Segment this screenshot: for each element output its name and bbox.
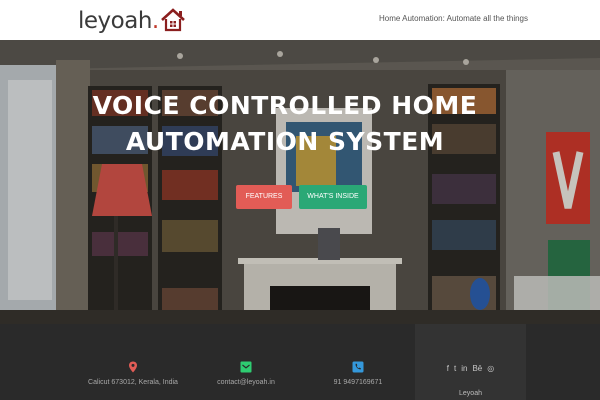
house-icon (160, 8, 185, 32)
phone-icon (352, 361, 364, 373)
map-marker-icon (129, 361, 137, 373)
social-links: f t in Bē ◎ (415, 364, 526, 373)
site-footer: Calicut 673012, Kerala, India contact@le… (0, 324, 600, 400)
logo-dot: . (151, 8, 159, 34)
whats-inside-button[interactable]: WHAT'S INSIDE (299, 185, 367, 209)
contact-address: Calicut 673012, Kerala, India (73, 361, 193, 386)
header-tagline: Home Automation: Automate all the things (379, 14, 528, 23)
hero-title: VOICE CONTROLLED HOME AUTOMATION SYSTEM (0, 88, 570, 160)
hero-title-line2: AUTOMATION SYSTEM (125, 127, 445, 156)
phone-text[interactable]: 91 9497169671 (298, 379, 418, 386)
dribbble-icon[interactable]: ◎ (487, 364, 494, 373)
hero-overlay (0, 40, 600, 324)
logo-text: leyoah. (78, 8, 159, 34)
footer-brand-name: Leyoah (459, 390, 482, 397)
hero-section: VOICE CONTROLLED HOME AUTOMATION SYSTEM … (0, 40, 600, 324)
logo[interactable]: leyoah. (78, 6, 186, 34)
email-text[interactable]: contact@leyoah.in (186, 379, 306, 386)
footer-social-panel (415, 324, 526, 400)
facebook-icon[interactable]: f (447, 364, 449, 373)
envelope-icon (240, 361, 252, 373)
features-button[interactable]: FEATURES (236, 185, 292, 209)
address-text: Calicut 673012, Kerala, India (88, 379, 178, 386)
contact-phone[interactable]: 91 9497169671 (298, 361, 418, 386)
linkedin-icon[interactable]: in (461, 364, 467, 373)
twitter-icon[interactable]: t (454, 364, 456, 373)
site-header: leyoah. Home Automation: Automate all th… (0, 0, 600, 40)
behance-icon[interactable]: Bē (472, 364, 482, 373)
logo-word: leyoah (78, 8, 152, 34)
hero-title-line1: VOICE CONTROLLED HOME (92, 91, 478, 120)
contact-email[interactable]: contact@leyoah.in (186, 361, 306, 386)
